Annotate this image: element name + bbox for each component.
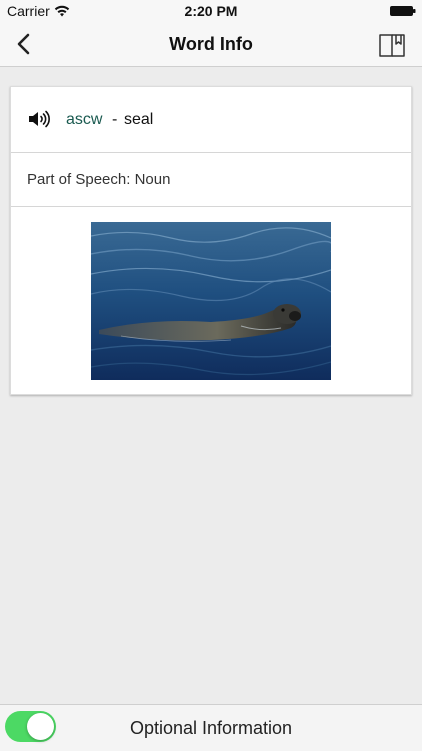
part-of-speech-label: Part of Speech: Noun	[27, 171, 171, 188]
optional-info-label: Optional Information	[129, 718, 293, 738]
status-bar: Carrier 2:20 PM	[0, 0, 422, 22]
navigation-bar: Word Info	[0, 22, 422, 67]
bottom-bar: Optional Information	[0, 704, 422, 751]
part-of-speech-row: Part of Speech: Noun	[11, 153, 411, 207]
battery-icon	[390, 6, 416, 16]
word-card: ascw - seal Part of Speech: Noun	[10, 86, 412, 395]
book-bookmark-icon	[379, 34, 405, 57]
book-button[interactable]	[378, 31, 406, 59]
word-term: ascw	[66, 111, 103, 128]
speaker-icon[interactable]	[27, 109, 51, 129]
word-separator: -	[112, 111, 118, 128]
status-time: 2:20 PM	[184, 3, 238, 19]
word-translation: seal	[124, 111, 154, 128]
page-title: Word Info	[169, 34, 253, 54]
word-row: ascw - seal	[11, 87, 411, 153]
seal-photo	[91, 222, 331, 380]
